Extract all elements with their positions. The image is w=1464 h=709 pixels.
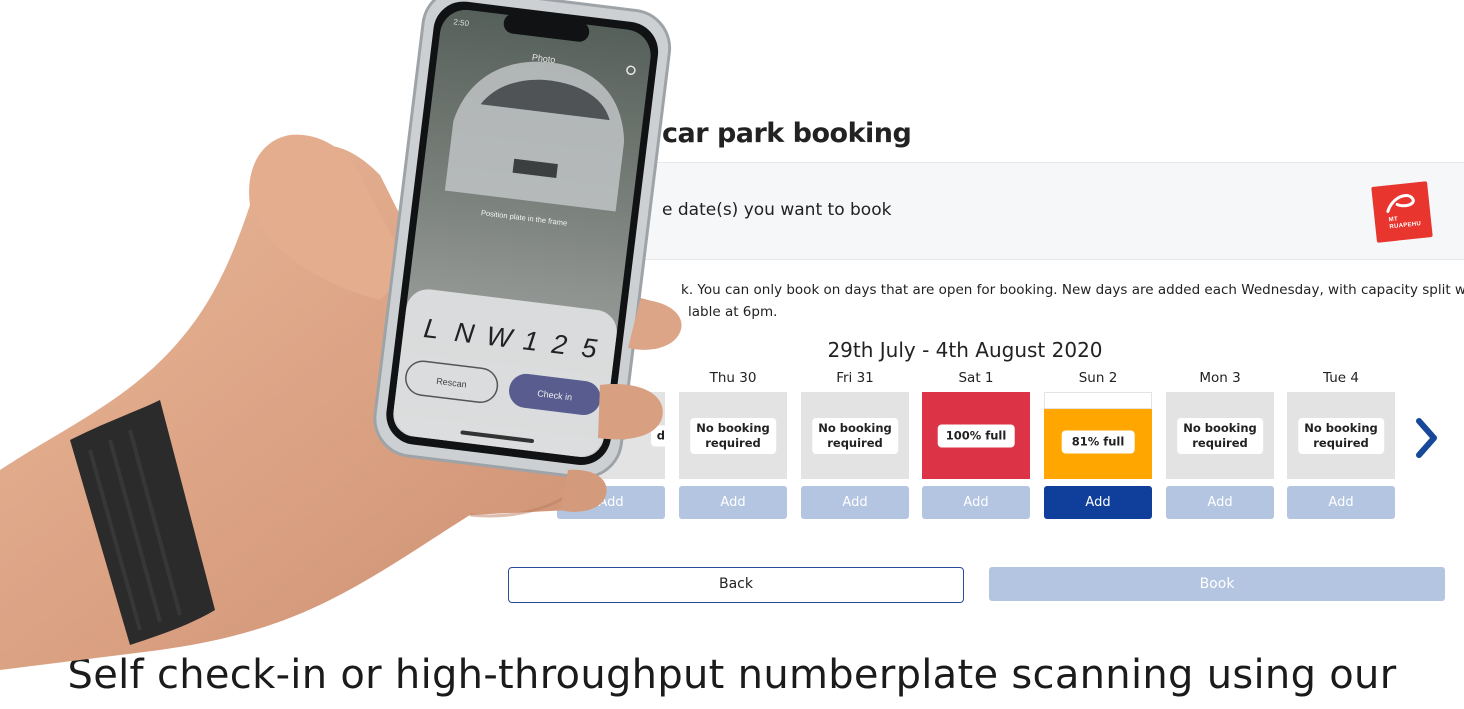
day-status-text: 81% full	[1061, 430, 1135, 454]
day-column: Fri 31 No booking required Add	[801, 370, 909, 519]
phone-screen-title: Photo	[531, 52, 556, 65]
back-button[interactable]: Back	[508, 567, 964, 603]
plate-char: L	[422, 313, 441, 345]
day-status-box[interactable]: 81% full	[1044, 392, 1152, 479]
add-day-button[interactable]: Add	[801, 486, 909, 519]
add-day-button[interactable]: Add	[557, 486, 665, 519]
capacity-remaining-bar	[1044, 392, 1152, 409]
add-day-button[interactable]: Add	[1166, 486, 1274, 519]
info-text-line-2: lable at 6pm.	[688, 304, 778, 320]
add-day-button[interactable]: Add	[679, 486, 787, 519]
day-status-box[interactable]: No booking required	[679, 392, 787, 479]
info-text-line-1: k. You can only book on days that are op…	[681, 282, 1464, 298]
plate-char: 5	[580, 332, 600, 364]
day-status-box[interactable]: No booking required	[801, 392, 909, 479]
plate-char: N	[453, 317, 477, 349]
day-label: Tue 4	[1323, 370, 1359, 386]
day-label: Mon 3	[1199, 370, 1241, 386]
day-label: Sat 1	[958, 370, 994, 386]
add-day-button[interactable]: Add	[1044, 486, 1152, 519]
chevron-right-icon[interactable]	[1412, 416, 1442, 460]
day-label: Sun 2	[1078, 370, 1118, 386]
phone-status-time: 2:50	[453, 17, 470, 28]
plate-char: 1	[521, 325, 540, 357]
week-range-title: 29th July - 4th August 2020	[827, 338, 1103, 362]
plate-char: 2	[549, 329, 569, 361]
day-status-box[interactable]: No booking required	[1287, 392, 1395, 479]
day-status-box[interactable]: 100% full	[922, 392, 1030, 479]
day-status-text: No booking required	[1177, 417, 1263, 454]
day-column: Mon 3 No booking required Add	[1166, 370, 1274, 519]
day-status-text: No booking required	[690, 417, 776, 454]
day-column: Thu 30 No booking required Add	[679, 370, 787, 519]
day-label: Fri 31	[836, 370, 874, 386]
day-column: Sun 2 81% full Add	[1044, 370, 1152, 519]
day-status-text: 100% full	[937, 424, 1015, 447]
day-label: Thu 30	[709, 370, 757, 386]
day-column: d Add	[557, 370, 671, 519]
plate-char: W	[485, 321, 516, 354]
caption-text: Self check-in or high-throughput numberp…	[67, 652, 1397, 698]
day-status-text: No booking required	[1298, 417, 1384, 454]
rescan-label: Rescan	[436, 376, 468, 390]
step-instruction: e date(s) you want to book	[662, 200, 892, 220]
mountain-swoosh-icon	[1386, 194, 1415, 213]
day-column: Sat 1 100% full Add	[922, 370, 1030, 519]
day-status-box[interactable]: d	[557, 392, 671, 479]
ruapehu-logo: MT RUAPEHU	[1371, 181, 1433, 243]
rescan-button[interactable]	[404, 359, 499, 404]
page-title: car park booking	[662, 118, 912, 149]
day-status-text: d	[650, 425, 671, 446]
day-status-box[interactable]: No booking required	[1166, 392, 1274, 479]
day-label	[557, 370, 665, 392]
phone-settings-icon[interactable]	[626, 65, 636, 76]
add-day-button[interactable]: Add	[1287, 486, 1395, 519]
add-day-button[interactable]: Add	[922, 486, 1030, 519]
day-column: Tue 4 No booking required Add	[1287, 370, 1395, 519]
day-status-text: No booking required	[812, 417, 898, 454]
book-button[interactable]: Book	[989, 567, 1445, 601]
